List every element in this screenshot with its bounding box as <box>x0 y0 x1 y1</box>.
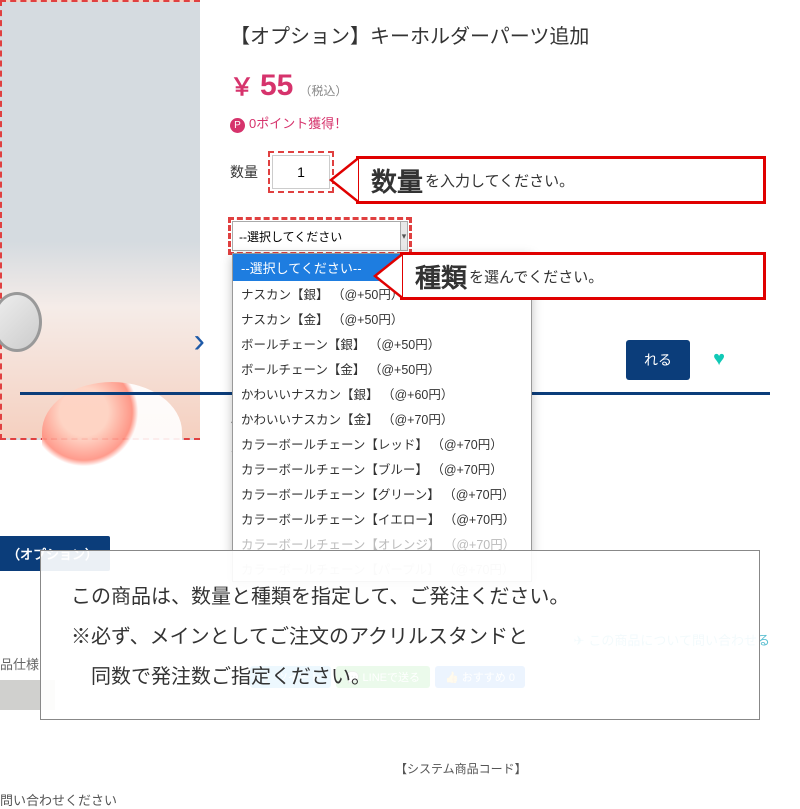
select-dropdown-icon[interactable]: ▾ <box>401 221 408 251</box>
currency-symbol: ￥ <box>230 67 254 102</box>
dropdown-option[interactable]: かわいいナスカン【銀】 （@+60円） <box>233 381 531 406</box>
tax-note: （税込） <box>299 82 347 99</box>
dropdown-option[interactable]: ボールチェーン【金】 （@+50円） <box>233 356 531 381</box>
dropdown-option[interactable]: カラーボールチェーン【グリーン】 （@+70円） <box>233 481 531 506</box>
keychain-ring-graphic <box>0 292 42 352</box>
price-value: 55 <box>260 69 293 103</box>
spec-tab[interactable]: 品仕様 <box>0 654 39 673</box>
points-badge-icon: P <box>230 118 245 133</box>
type-dropdown: --選択してください-- ナスカン【銀】 （@+50円） ナスカン【金】 （@+… <box>232 253 532 582</box>
arrow-left-icon <box>373 252 403 300</box>
instruction-notice: この商品は、数量と種類を指定して、ご発注ください。 ※必ず、メインとしてご注文の… <box>40 550 760 720</box>
type-select[interactable] <box>232 221 401 251</box>
favorite-heart-icon[interactable]: ♥ <box>713 348 725 371</box>
dropdown-option[interactable]: かわいいナスカン【金】 （@+70円） <box>233 406 531 431</box>
add-to-cart-button[interactable]: れる <box>626 340 690 380</box>
arrow-left-icon <box>329 156 359 204</box>
quantity-input[interactable] <box>272 155 330 189</box>
dropdown-option[interactable]: カラーボールチェーン【イエロー】 （@+70円） <box>233 506 531 531</box>
dropdown-option[interactable]: ボールチェーン【銀】 （@+50円） <box>233 331 531 356</box>
product-image: › <box>0 0 200 440</box>
carousel-next-icon[interactable]: › <box>194 322 205 361</box>
callout-quantity: 数量 を入力してください。 <box>356 156 766 204</box>
system-code-label: 【システム商品コード】 <box>395 760 527 777</box>
callout-type: 種類 を選んでください。 <box>400 252 766 300</box>
points-earned: P0ポイント獲得！ <box>230 113 770 133</box>
dropdown-option[interactable]: ナスカン【金】 （@+50円） <box>233 306 531 331</box>
character-graphic <box>42 382 182 482</box>
dropdown-option[interactable]: カラーボールチェーン【レッド】 （@+70円） <box>233 431 531 456</box>
quantity-label: 数量 <box>230 162 258 182</box>
product-title: 【オプション】キーホルダーパーツ追加 <box>230 20 770 49</box>
dropdown-option[interactable]: カラーボールチェーン【ブルー】 （@+70円） <box>233 456 531 481</box>
